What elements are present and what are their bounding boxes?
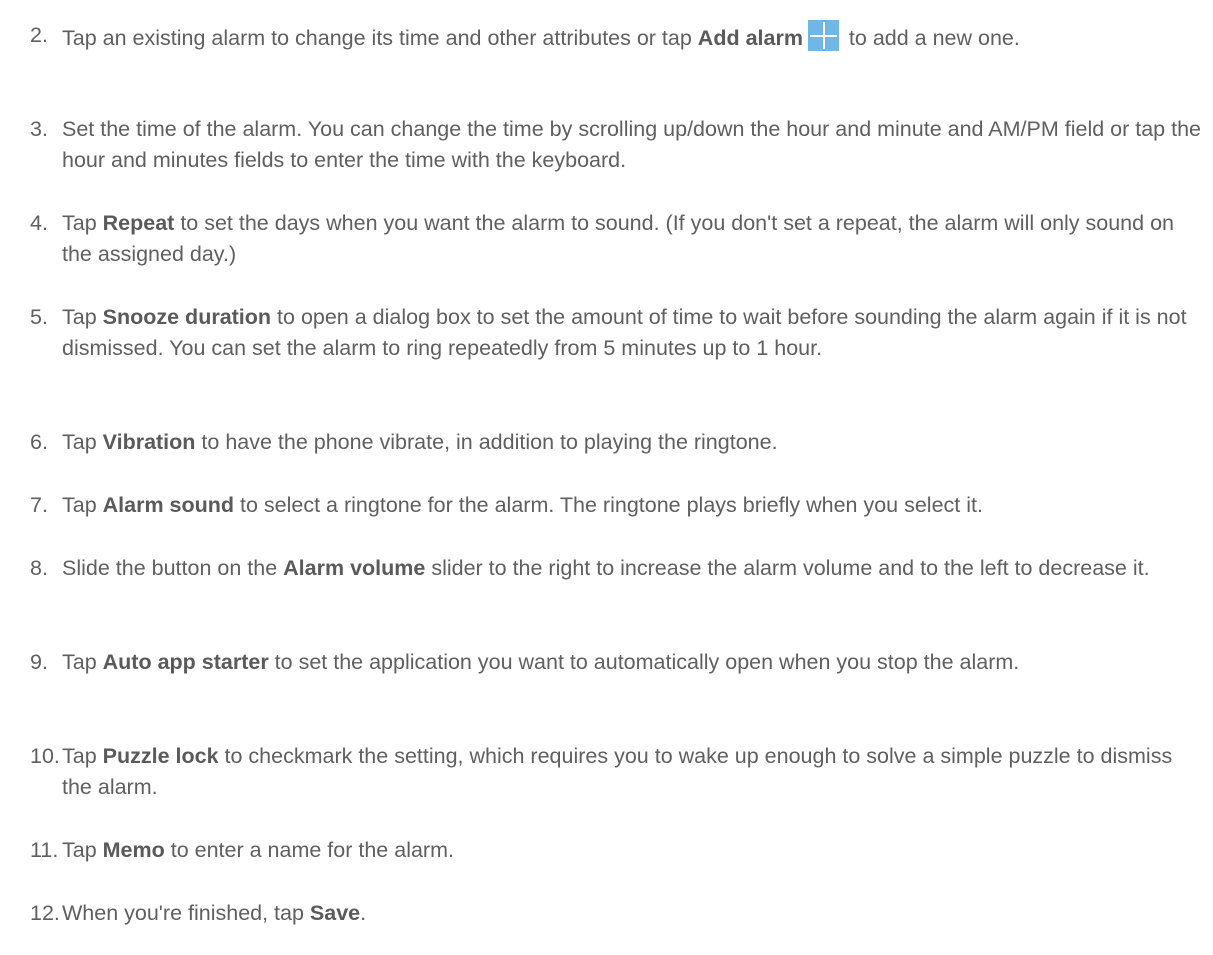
step-text: When you're finished, tap Save. (62, 898, 1202, 929)
step-text: Slide the button on the Alarm volume sli… (62, 553, 1202, 584)
step-text: Tap Auto app starter to set the applicat… (62, 647, 1202, 678)
step-keyword: Repeat (102, 211, 175, 235)
step-number: 6. (30, 430, 48, 454)
add-plus-icon (807, 20, 839, 51)
step-text-part: to checkmark the setting, which requires… (62, 744, 1173, 799)
step-text: Tap Snooze duration to open a dialog box… (62, 302, 1202, 364)
step-keyword: Snooze duration (102, 305, 272, 329)
step-keyword: Add alarm (697, 26, 803, 50)
step-text-part: Tap (62, 493, 103, 517)
step-text-part: Set the time of the alarm. You can chang… (62, 117, 1201, 172)
step-keyword: Memo (102, 838, 165, 862)
step-number: 11. (30, 838, 59, 862)
step-text-part: Tap (62, 305, 103, 329)
step-text-part: to set the application you want to autom… (268, 650, 1020, 674)
step-text-part: to enter a name for the alarm. (164, 838, 454, 862)
step-keyword: Alarm volume (283, 556, 426, 580)
step-text-part: to have the phone vibrate, in addition t… (195, 430, 778, 454)
step-number: 10. (30, 744, 60, 768)
step-text-part: Tap (62, 744, 103, 768)
step-text-part: to add a new one. (842, 26, 1020, 50)
step-text-part: Slide the button on the (62, 556, 284, 580)
step-text-part: When you're finished, tap (62, 901, 310, 925)
step-text-part: Tap (62, 211, 103, 235)
step-number: 2. (30, 23, 48, 47)
step-text-part: slider to the right to increase the alar… (425, 556, 1150, 580)
step-text: Tap Alarm sound to select a ringtone for… (62, 490, 1202, 521)
step-text: Tap Repeat to set the days when you want… (62, 208, 1202, 270)
step-text-part: Tap (62, 430, 103, 454)
step-text-part: . (360, 901, 367, 925)
step-text: Set the time of the alarm. You can chang… (62, 114, 1202, 176)
step-keyword: Auto app starter (102, 650, 269, 674)
step-number: 7. (30, 493, 48, 517)
step-text: Tap Puzzle lock to checkmark the setting… (62, 741, 1202, 803)
step-text-part: to set the days when you want the alarm … (62, 211, 1174, 266)
step-text-part: Tap (62, 838, 103, 862)
step-number: 12. (30, 901, 60, 925)
step-keyword: Alarm sound (102, 493, 235, 517)
step-number: 9. (30, 650, 48, 674)
step-text: Tap Memo to enter a name for the alarm. (62, 835, 1202, 866)
step-number: 4. (30, 211, 48, 235)
step-text-part: to select a ringtone for the alarm. The … (234, 493, 983, 517)
step-keyword: Vibration (102, 430, 196, 454)
step-text-part: Tap (62, 650, 103, 674)
step-keyword: Save (309, 901, 361, 925)
step-text-part: Tap an existing alarm to change its time… (62, 26, 698, 50)
step-text: Tap an existing alarm to change its time… (62, 20, 1202, 54)
step-number: 3. (30, 117, 48, 141)
step-number: 8. (30, 556, 48, 580)
step-text: Tap Vibration to have the phone vibrate,… (62, 427, 1202, 458)
step-number: 5. (30, 305, 48, 329)
step-keyword: Puzzle lock (102, 744, 219, 768)
